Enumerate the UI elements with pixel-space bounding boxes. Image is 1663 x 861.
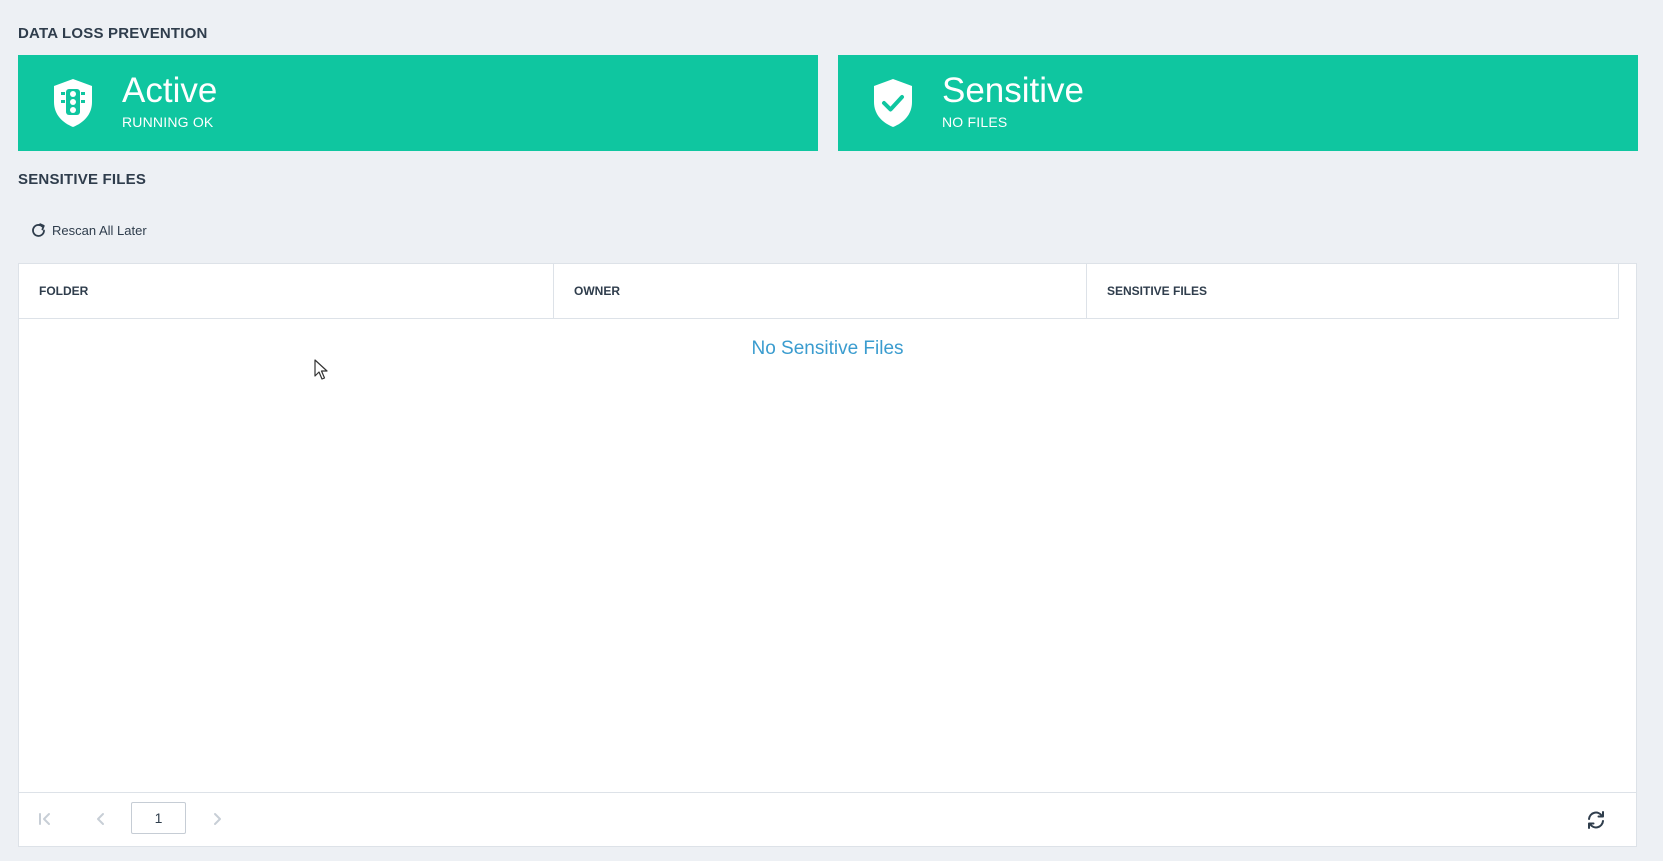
traffic-light-shield-icon <box>54 79 92 127</box>
rescan-label: Rescan All Later <box>52 222 147 238</box>
table-header: FOLDER OWNER SENSITIVE FILES <box>19 264 1619 319</box>
page-title: DATA LOSS PREVENTION <box>18 25 208 42</box>
status-card-sensitive: Sensitive NO FILES <box>838 55 1638 151</box>
reload-icon[interactable] <box>1584 808 1608 832</box>
active-status-subtitle: RUNNING OK <box>122 114 214 130</box>
first-page-icon <box>39 813 50 825</box>
active-status-title: Active <box>122 71 218 110</box>
empty-table-message: No Sensitive Files <box>751 338 904 359</box>
column-header-sensitive-files[interactable]: SENSITIVE FILES <box>1086 264 1618 318</box>
previous-page-button[interactable] <box>91 809 111 829</box>
sensitive-files-title: SENSITIVE FILES <box>18 171 147 188</box>
sensitive-status-title: Sensitive <box>942 71 1085 110</box>
rescan-all-later-button[interactable]: Rescan All Later <box>30 220 147 240</box>
column-header-folder[interactable]: FOLDER <box>19 264 553 318</box>
status-card-active: Active RUNNING OK <box>18 55 818 151</box>
shield-check-icon <box>874 79 912 127</box>
chevron-right-icon <box>214 813 221 825</box>
next-page-button[interactable] <box>207 809 227 829</box>
chevron-left-icon <box>97 813 104 825</box>
first-page-button[interactable] <box>35 809 55 829</box>
column-header-owner[interactable]: OWNER <box>553 264 1086 318</box>
pagination-bar <box>19 792 1636 846</box>
page-number-input[interactable] <box>131 802 186 834</box>
sensitive-status-subtitle: NO FILES <box>942 114 1008 130</box>
sensitive-files-table: FOLDER OWNER SENSITIVE FILES No Sensitiv… <box>18 263 1637 847</box>
mouse-cursor-icon <box>314 359 328 380</box>
refresh-icon <box>32 222 45 237</box>
